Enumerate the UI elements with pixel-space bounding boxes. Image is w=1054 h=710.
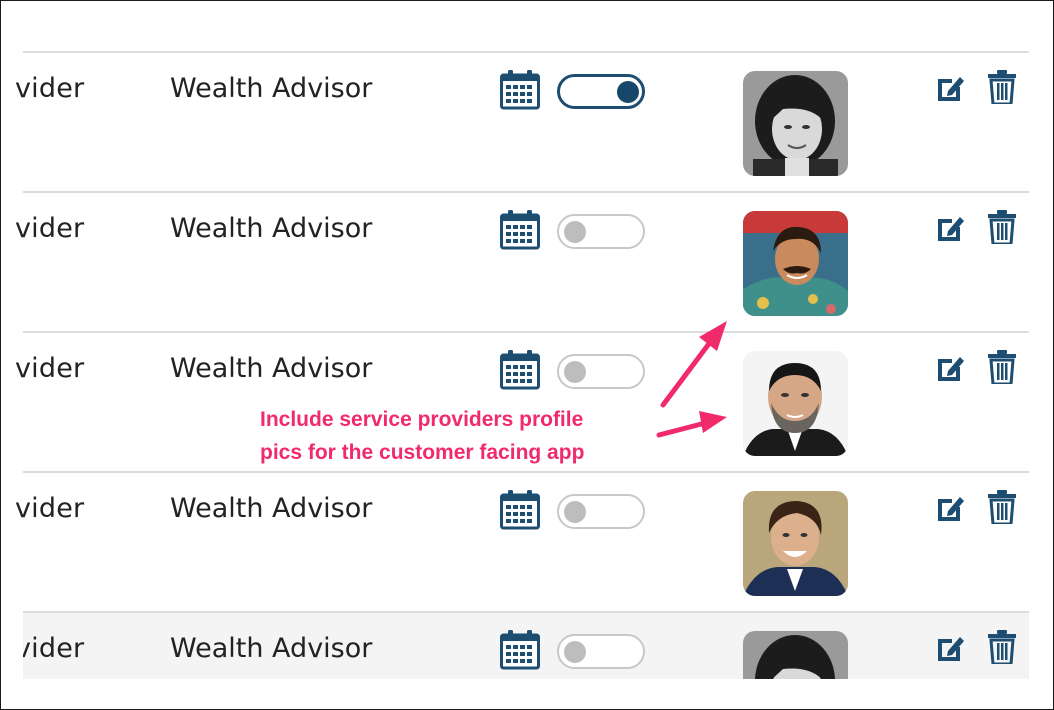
- role-cell: vider: [15, 353, 85, 384]
- avatar: [743, 631, 848, 679]
- edit-icon[interactable]: [934, 493, 966, 525]
- avatar: [743, 351, 848, 456]
- woman-portrait-image: [743, 631, 848, 679]
- avatar: [743, 71, 848, 176]
- calendar-icon[interactable]: [500, 70, 540, 110]
- title-cell: Wealth Advisor: [170, 493, 373, 524]
- active-toggle[interactable]: [557, 74, 645, 109]
- role-cell: vider: [15, 213, 85, 244]
- toggle-knob: [617, 81, 639, 103]
- table-row: vider Wealth Advisor: [15, 51, 1029, 191]
- calendar-icon[interactable]: [500, 210, 540, 250]
- active-toggle[interactable]: [557, 494, 645, 529]
- woman-portrait-image: [743, 71, 848, 176]
- edit-icon[interactable]: [934, 353, 966, 385]
- title-cell: Wealth Advisor: [170, 213, 373, 244]
- title-cell: Wealth Advisor: [170, 73, 373, 104]
- edit-icon[interactable]: [934, 73, 966, 105]
- avatar: [743, 491, 848, 596]
- calendar-icon[interactable]: [500, 630, 540, 670]
- toggle-knob: [564, 641, 586, 663]
- role-cell: vider: [15, 493, 85, 524]
- table-row: vider Wealth Advisor: [15, 191, 1029, 331]
- trash-icon[interactable]: [988, 490, 1016, 524]
- toggle-knob: [564, 501, 586, 523]
- edit-icon[interactable]: [934, 633, 966, 665]
- table-row: vider Wealth Advisor: [15, 471, 1029, 611]
- role-cell: vider: [15, 73, 85, 104]
- calendar-icon[interactable]: [500, 490, 540, 530]
- annotation-line-2: pics for the customer facing app: [260, 441, 585, 464]
- active-toggle[interactable]: [557, 354, 645, 389]
- service-providers-table: vider Wealth Advisor vider Wealth Adviso…: [15, 51, 1029, 679]
- title-cell: Wealth Advisor: [170, 353, 373, 384]
- title-cell: Wealth Advisor: [170, 633, 373, 664]
- edit-icon[interactable]: [934, 213, 966, 245]
- trash-icon[interactable]: [988, 350, 1016, 384]
- avatar: [743, 211, 848, 316]
- active-toggle[interactable]: [557, 214, 645, 249]
- annotation-line-1: Include service providers profile: [260, 408, 584, 431]
- trash-icon[interactable]: [988, 630, 1016, 664]
- screenshot-frame: vider Wealth Advisor vider Wealth Adviso…: [0, 0, 1054, 710]
- mustache-man-portrait-image: [743, 211, 848, 316]
- role-cell: vider: [23, 633, 85, 664]
- table-row: vider Wealth Advisor: [23, 611, 1029, 679]
- young-man-portrait-image: [743, 491, 848, 596]
- toggle-knob: [564, 361, 586, 383]
- bearded-man-portrait-image: [743, 351, 848, 456]
- active-toggle[interactable]: [557, 634, 645, 669]
- trash-icon[interactable]: [988, 70, 1016, 104]
- trash-icon[interactable]: [988, 210, 1016, 244]
- toggle-knob: [564, 221, 586, 243]
- calendar-icon[interactable]: [500, 350, 540, 390]
- annotation-callout: Include service providers profile pics f…: [260, 403, 584, 469]
